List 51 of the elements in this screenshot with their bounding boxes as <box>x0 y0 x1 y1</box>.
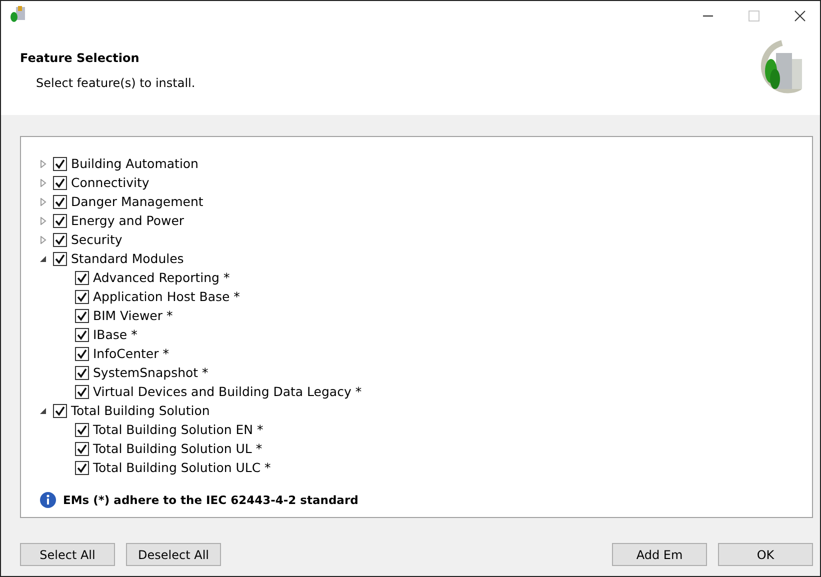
expand-arrow-icon[interactable] <box>39 198 47 206</box>
checkbox[interactable] <box>75 460 89 474</box>
app-icon <box>9 5 27 23</box>
dialog-button[interactable]: Deselect All <box>126 543 221 566</box>
feature-label: InfoCenter * <box>93 346 169 361</box>
feature-label: Security <box>71 232 122 247</box>
expand-arrow-icon[interactable] <box>39 178 47 186</box>
checkbox[interactable] <box>53 232 67 246</box>
feature-label: Connectivity <box>71 175 150 190</box>
feature-label: Total Building Solution EN * <box>93 422 264 437</box>
checkbox[interactable] <box>75 308 89 322</box>
checkbox[interactable] <box>53 214 67 228</box>
feature-label: Total Building Solution <box>71 403 210 418</box>
page-subtitle: Select feature(s) to install. <box>35 76 196 90</box>
dialog-button[interactable]: Select All <box>20 543 115 566</box>
checkbox[interactable] <box>53 404 67 418</box>
page-title: Feature Selection <box>20 51 140 65</box>
feature-label: Virtual Devices and Building Data Legacy * <box>93 384 362 399</box>
checkbox[interactable] <box>75 366 89 380</box>
feature-label: Total Building Solution UL * <box>93 441 262 456</box>
checkbox[interactable] <box>75 290 89 304</box>
checkbox[interactable] <box>75 346 89 360</box>
feature-label: Energy and Power <box>71 213 184 228</box>
checkbox[interactable] <box>75 328 89 342</box>
feature-label: BIM Viewer * <box>93 308 173 323</box>
collapse-arrow-icon[interactable] <box>39 406 47 414</box>
feature-label: Standard Modules <box>71 251 184 266</box>
checkbox[interactable] <box>53 252 67 266</box>
feature-label: Building Automation <box>71 156 198 171</box>
expand-arrow-icon[interactable] <box>39 236 47 244</box>
info-icon <box>39 491 57 509</box>
expand-arrow-icon[interactable] <box>39 216 47 224</box>
feature-label: SystemSnapshot * <box>93 365 208 380</box>
info-note: EMs (*) adhere to the IEC 62443-4-2 standard <box>63 493 358 507</box>
feature-label: Application Host Base * <box>93 289 240 304</box>
checkbox[interactable] <box>75 270 89 284</box>
checkbox[interactable] <box>53 176 67 190</box>
feature-label: Advanced Reporting * <box>93 270 230 285</box>
feature-label: IBase * <box>93 327 138 342</box>
feature-label: Total Building Solution ULC * <box>93 460 271 475</box>
expand-arrow-icon[interactable] <box>39 160 47 168</box>
feature-label: Danger Management <box>71 194 204 209</box>
checkbox[interactable] <box>75 442 89 456</box>
dialog-button[interactable]: OK <box>718 543 813 566</box>
checkbox[interactable] <box>53 194 67 208</box>
collapse-arrow-icon[interactable] <box>39 254 47 262</box>
dialog-button[interactable]: Add Em <box>612 543 707 566</box>
checkbox[interactable] <box>53 156 67 170</box>
checkbox[interactable] <box>75 384 89 398</box>
checkbox[interactable] <box>75 422 89 436</box>
close-icon[interactable] <box>794 10 806 22</box>
